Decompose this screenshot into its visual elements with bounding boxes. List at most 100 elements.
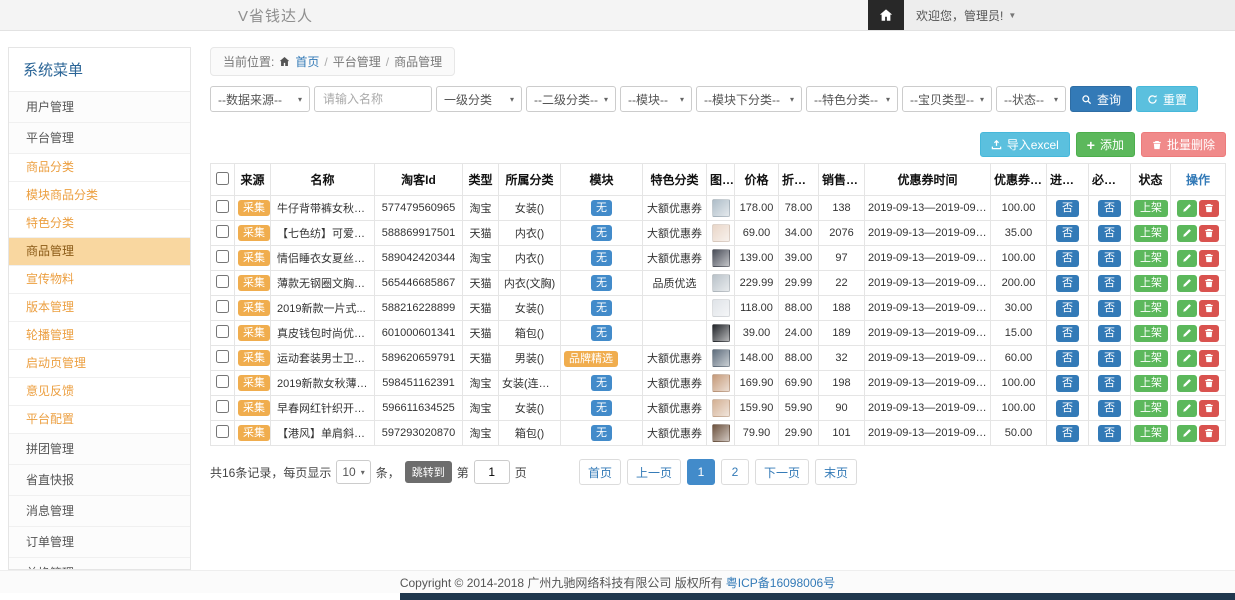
sidebar-item[interactable]: 版本管理: [9, 294, 190, 322]
edit-button[interactable]: [1177, 200, 1197, 217]
import-preferred-toggle[interactable]: 否: [1056, 200, 1079, 217]
import-preferred-toggle[interactable]: 否: [1056, 425, 1079, 442]
reset-button[interactable]: 重置: [1136, 86, 1198, 112]
must-buy-toggle[interactable]: 否: [1098, 325, 1121, 342]
icp-link[interactable]: 粤ICP备16098006号: [726, 574, 835, 591]
page-button[interactable]: 1: [687, 459, 715, 485]
import-preferred-toggle[interactable]: 否: [1056, 400, 1079, 417]
filter-select[interactable]: --二级分类--▾: [526, 86, 616, 112]
delete-button[interactable]: [1199, 350, 1219, 367]
row-checkbox[interactable]: [216, 425, 229, 438]
sidebar-item[interactable]: 商品分类: [9, 154, 190, 182]
must-buy-toggle[interactable]: 否: [1098, 425, 1121, 442]
page-button[interactable]: 末页: [815, 459, 857, 485]
delete-button[interactable]: [1199, 400, 1219, 417]
breadcrumb-home-link[interactable]: 首页: [295, 53, 319, 70]
must-buy-toggle[interactable]: 否: [1098, 300, 1121, 317]
row-checkbox[interactable]: [216, 375, 229, 388]
sidebar-item[interactable]: 用户管理: [9, 92, 190, 123]
delete-button[interactable]: [1199, 300, 1219, 317]
import-preferred-toggle[interactable]: 否: [1056, 325, 1079, 342]
import-preferred-toggle[interactable]: 否: [1056, 250, 1079, 267]
import-preferred-toggle[interactable]: 否: [1056, 350, 1079, 367]
sidebar-item[interactable]: 订单管理: [9, 527, 190, 558]
filter-select[interactable]: --模块下分类--▾: [696, 86, 802, 112]
page-size-select[interactable]: 10 ▾: [336, 460, 370, 484]
add-button[interactable]: + 添加: [1076, 132, 1135, 157]
page-button[interactable]: 下一页: [755, 459, 809, 485]
import-preferred-toggle[interactable]: 否: [1056, 375, 1079, 392]
sidebar-item[interactable]: 兑换管理: [9, 558, 190, 570]
sidebar-item[interactable]: 省直快报: [9, 465, 190, 496]
status-toggle[interactable]: 上架: [1134, 275, 1168, 292]
page-button[interactable]: 首页: [579, 459, 621, 485]
edit-button[interactable]: [1177, 350, 1197, 367]
must-buy-toggle[interactable]: 否: [1098, 225, 1121, 242]
edit-button[interactable]: [1177, 275, 1197, 292]
status-toggle[interactable]: 上架: [1134, 425, 1168, 442]
edit-button[interactable]: [1177, 425, 1197, 442]
status-toggle[interactable]: 上架: [1134, 200, 1168, 217]
status-toggle[interactable]: 上架: [1134, 325, 1168, 342]
row-checkbox[interactable]: [216, 300, 229, 313]
delete-button[interactable]: [1199, 225, 1219, 242]
must-buy-toggle[interactable]: 否: [1098, 250, 1121, 267]
search-button[interactable]: 查询: [1070, 86, 1132, 112]
edit-button[interactable]: [1177, 325, 1197, 342]
sidebar-item[interactable]: 启动页管理: [9, 350, 190, 378]
sidebar-item[interactable]: 商品管理: [9, 238, 190, 266]
edit-button[interactable]: [1177, 400, 1197, 417]
row-checkbox[interactable]: [216, 200, 229, 213]
delete-button[interactable]: [1199, 275, 1219, 292]
status-toggle[interactable]: 上架: [1134, 350, 1168, 367]
select-all-checkbox[interactable]: [216, 172, 229, 185]
edit-button[interactable]: [1177, 225, 1197, 242]
sidebar-item[interactable]: 轮播管理: [9, 322, 190, 350]
row-checkbox[interactable]: [216, 275, 229, 288]
sidebar-item[interactable]: 拼团管理: [9, 434, 190, 465]
status-toggle[interactable]: 上架: [1134, 375, 1168, 392]
page-number-input[interactable]: [474, 460, 510, 484]
must-buy-toggle[interactable]: 否: [1098, 350, 1121, 367]
sidebar-item[interactable]: 意见反馈: [9, 378, 190, 406]
user-menu[interactable]: 欢迎您，管理员! ▼: [904, 7, 1028, 24]
breadcrumb-item[interactable]: 平台管理: [333, 53, 381, 70]
delete-button[interactable]: [1199, 200, 1219, 217]
import-preferred-toggle[interactable]: 否: [1056, 275, 1079, 292]
page-button[interactable]: 上一页: [627, 459, 681, 485]
must-buy-toggle[interactable]: 否: [1098, 375, 1121, 392]
row-checkbox[interactable]: [216, 400, 229, 413]
filter-select[interactable]: --宝贝类型--▾: [902, 86, 992, 112]
edit-button[interactable]: [1177, 300, 1197, 317]
batch-delete-button[interactable]: 批量删除: [1141, 132, 1226, 157]
filter-select[interactable]: --数据来源--▾: [210, 86, 310, 112]
status-toggle[interactable]: 上架: [1134, 250, 1168, 267]
edit-button[interactable]: [1177, 375, 1197, 392]
delete-button[interactable]: [1199, 425, 1219, 442]
filter-select[interactable]: --模块--▾: [620, 86, 692, 112]
import-excel-button[interactable]: 导入excel: [980, 132, 1070, 157]
edit-button[interactable]: [1177, 250, 1197, 267]
import-preferred-toggle[interactable]: 否: [1056, 225, 1079, 242]
page-button[interactable]: 2: [721, 459, 749, 485]
row-checkbox[interactable]: [216, 325, 229, 338]
delete-button[interactable]: [1199, 325, 1219, 342]
delete-button[interactable]: [1199, 250, 1219, 267]
filter-select[interactable]: 一级分类▾: [436, 86, 522, 112]
filter-select[interactable]: --状态--▾: [996, 86, 1066, 112]
sidebar-item[interactable]: 平台配置: [9, 406, 190, 434]
row-checkbox[interactable]: [216, 225, 229, 238]
sidebar-item[interactable]: 宣传物料: [9, 266, 190, 294]
status-toggle[interactable]: 上架: [1134, 225, 1168, 242]
sidebar-item[interactable]: 平台管理: [9, 123, 190, 154]
jump-button[interactable]: 跳转到: [405, 461, 452, 483]
import-preferred-toggle[interactable]: 否: [1056, 300, 1079, 317]
filter-select[interactable]: --特色分类--▾: [806, 86, 898, 112]
row-checkbox[interactable]: [216, 350, 229, 363]
must-buy-toggle[interactable]: 否: [1098, 200, 1121, 217]
must-buy-toggle[interactable]: 否: [1098, 400, 1121, 417]
delete-button[interactable]: [1199, 375, 1219, 392]
status-toggle[interactable]: 上架: [1134, 300, 1168, 317]
must-buy-toggle[interactable]: 否: [1098, 275, 1121, 292]
header-home-button[interactable]: [868, 0, 904, 30]
